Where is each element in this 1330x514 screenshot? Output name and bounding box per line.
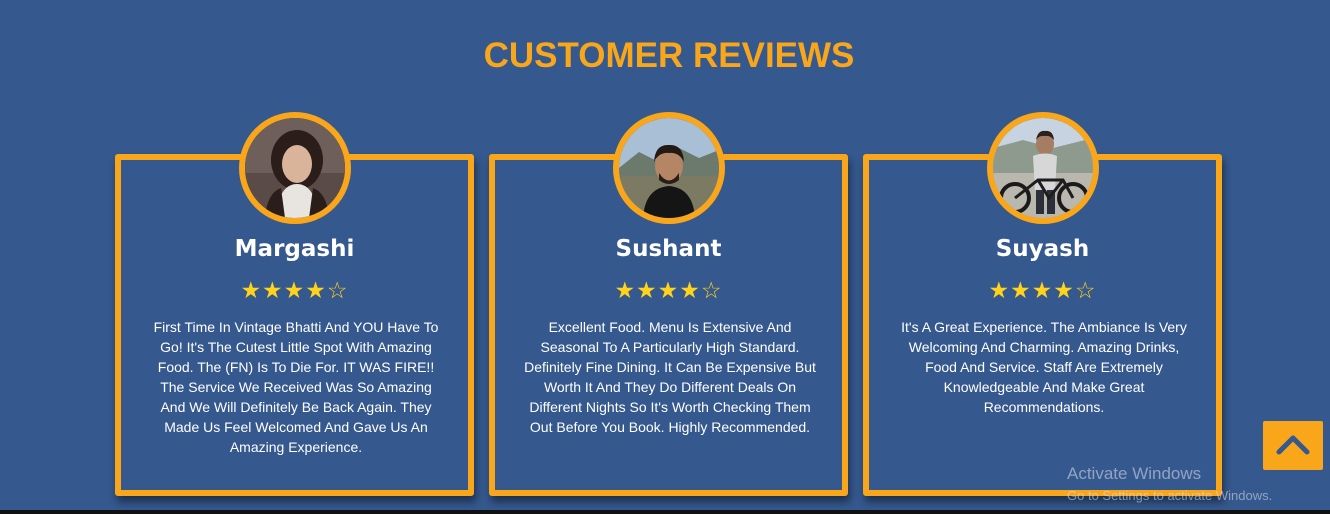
review-text: It's A Great Experience. The Ambiance Is… bbox=[901, 319, 1187, 415]
review-text: First Time In Vintage Bhatti And YOU Hav… bbox=[153, 319, 439, 455]
review-card: Suyash ★★★★☆ It's A Great Experience. Th… bbox=[863, 112, 1222, 496]
scroll-to-top-button[interactable] bbox=[1263, 421, 1323, 470]
star-outline-icon: ☆ bbox=[326, 278, 349, 304]
chevron-up-icon bbox=[1276, 435, 1310, 455]
star-outline-icon: ☆ bbox=[700, 278, 723, 304]
star-outline-icon: ☆ bbox=[1074, 278, 1097, 304]
reviewer-avatar bbox=[986, 112, 1099, 224]
star-rating: ★★★★☆ bbox=[121, 278, 468, 304]
star-filled-icon: ★★★★ bbox=[240, 278, 327, 304]
section-title: CUSTOMER REVIEWS bbox=[483, 36, 855, 75]
review-card: Sushant ★★★★☆ Excellent Food. Menu Is Ex… bbox=[489, 112, 848, 496]
reviewer-avatar bbox=[612, 112, 725, 224]
star-filled-icon: ★★★★ bbox=[614, 278, 701, 304]
windows-activation-subtitle: Go to Settings to activate Windows. bbox=[1067, 488, 1273, 503]
star-filled-icon: ★★★★ bbox=[988, 278, 1075, 304]
windows-activation-title: Activate Windows bbox=[1067, 464, 1202, 483]
star-rating: ★★★★☆ bbox=[869, 278, 1216, 304]
reviewer-avatar bbox=[238, 112, 351, 224]
review-card: Margashi ★★★★☆ First Time In Vintage Bha… bbox=[115, 112, 474, 496]
star-rating: ★★★★☆ bbox=[495, 278, 842, 304]
reviewer-name: Suyash bbox=[995, 236, 1090, 262]
reviewer-name: Margashi bbox=[234, 236, 355, 262]
review-text: Excellent Food. Menu Is Extensive And Se… bbox=[524, 319, 816, 435]
reviewer-name: Sushant bbox=[615, 236, 722, 262]
bottom-edge bbox=[0, 510, 1330, 514]
